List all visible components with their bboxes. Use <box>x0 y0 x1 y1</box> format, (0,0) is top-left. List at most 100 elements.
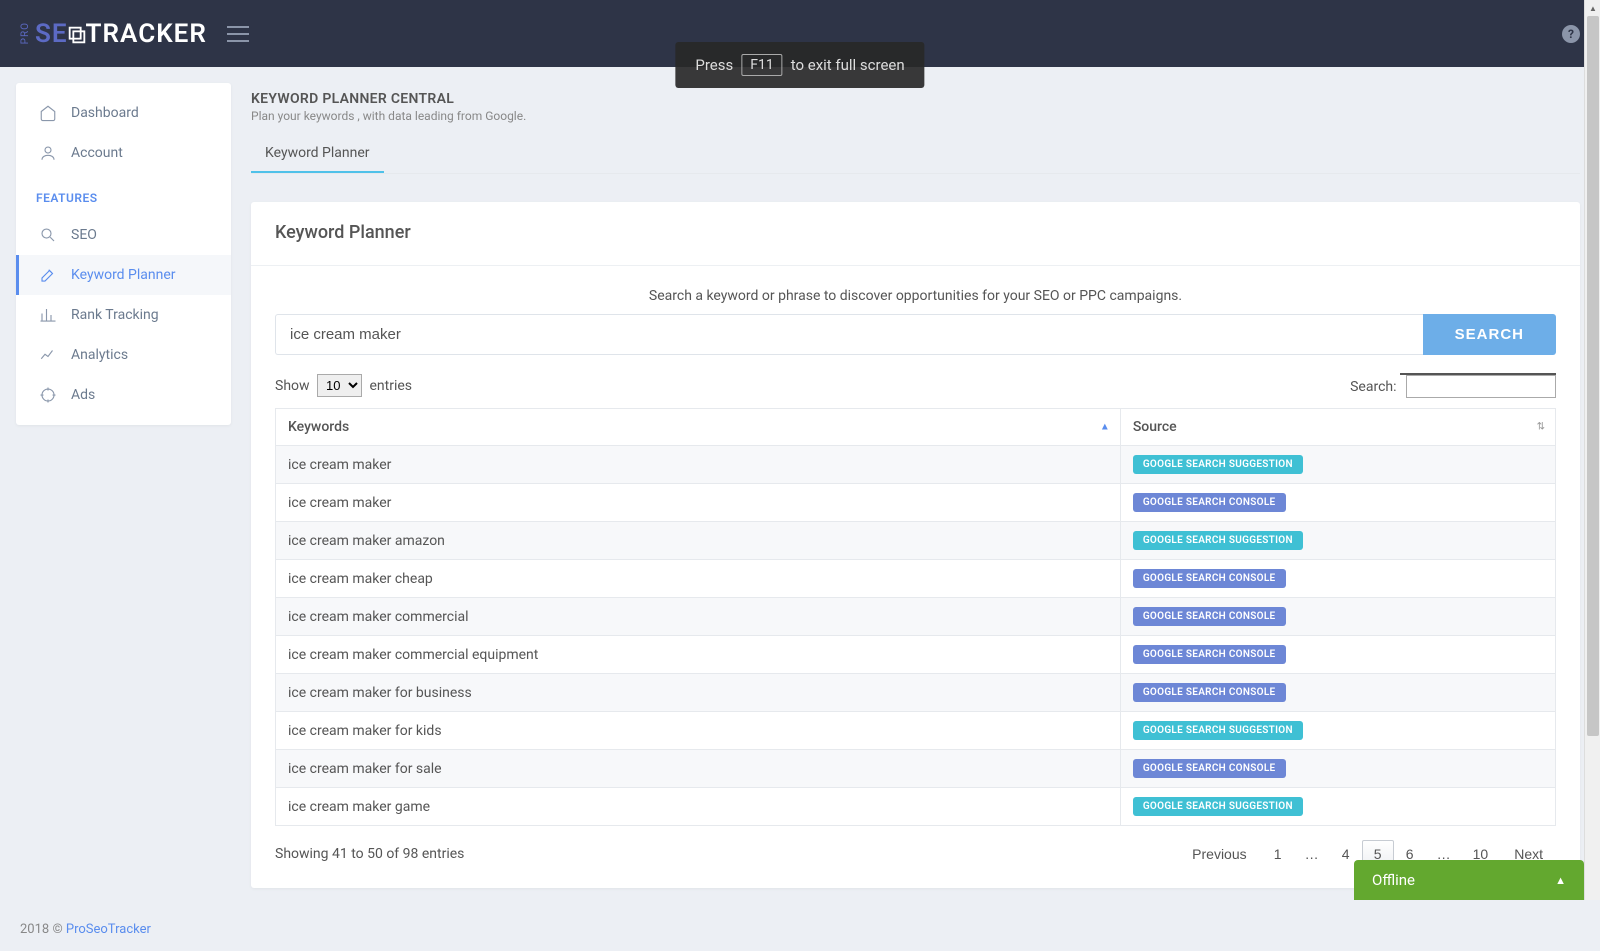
sidebar-item-label: Ads <box>71 387 95 403</box>
sidebar-item-label: Keyword Planner <box>71 267 176 283</box>
sidebar-item-dashboard[interactable]: Dashboard <box>16 93 231 133</box>
cell-keyword: ice cream maker for business <box>276 674 1121 712</box>
page-ellipsis: … <box>1294 840 1330 868</box>
entries-select[interactable]: 10 <box>317 374 362 397</box>
table-row[interactable]: ice cream maker GOOGLE SEARCH SUGGESTION <box>276 446 1556 484</box>
source-badge: GOOGLE SEARCH SUGGESTION <box>1133 721 1303 740</box>
user-icon <box>39 144 57 162</box>
chat-status: Offline <box>1372 871 1415 889</box>
sidebar-item-label: SEO <box>71 227 97 243</box>
source-badge: GOOGLE SEARCH SUGGESTION <box>1133 531 1303 550</box>
sidebar-item-account[interactable]: Account <box>16 133 231 173</box>
card-title: Keyword Planner <box>275 222 1556 243</box>
page-header: KEYWORD PLANNER CENTRAL Plan your keywor… <box>251 91 1580 123</box>
table-row[interactable]: ice cream maker cheap GOOGLE SEARCH CONSO… <box>276 560 1556 598</box>
table-row[interactable]: ice cream maker for sale GOOGLE SEARCH CO… <box>276 750 1556 788</box>
sidebar-section-features: FEATURES <box>16 173 231 215</box>
source-badge: GOOGLE SEARCH CONSOLE <box>1133 569 1286 588</box>
sidebar-item-analytics[interactable]: Analytics <box>16 335 231 375</box>
col-keywords[interactable]: Keywords▲ <box>276 409 1121 446</box>
cell-keyword: ice cream maker commercial equipment <box>276 636 1121 674</box>
cell-source: GOOGLE SEARCH CONSOLE <box>1120 560 1555 598</box>
chevron-up-icon: ▲ <box>1555 874 1566 887</box>
edit-icon <box>39 266 57 284</box>
page-previous[interactable]: Previous <box>1179 840 1259 868</box>
sidebar: Dashboard Account FEATURES SEO Keyword P… <box>16 83 231 425</box>
cell-keyword: ice cream maker cheap <box>276 560 1121 598</box>
cell-source: GOOGLE SEARCH CONSOLE <box>1120 750 1555 788</box>
cell-source: GOOGLE SEARCH CONSOLE <box>1120 484 1555 522</box>
search-button[interactable]: SEARCH <box>1423 314 1556 355</box>
chat-widget[interactable]: Offline ▲ <box>1354 860 1584 900</box>
divider <box>251 265 1580 266</box>
keywords-table: Keywords▲ Source⇅ ice cream maker GOOGLE … <box>275 408 1556 826</box>
logo[interactable]: PRO SE TRACKER <box>20 19 207 49</box>
sidebar-item-ads[interactable]: Ads <box>16 375 231 415</box>
home-icon <box>39 104 57 122</box>
scrollbar[interactable]: ▲ <box>1584 0 1600 900</box>
table-row[interactable]: ice cream maker commercial GOOGLE SEARCH … <box>276 598 1556 636</box>
tabs: Keyword Planner <box>251 135 1580 174</box>
sidebar-item-rank-tracking[interactable]: Rank Tracking <box>16 295 231 335</box>
sidebar-item-seo[interactable]: SEO <box>16 215 231 255</box>
cell-source: GOOGLE SEARCH CONSOLE <box>1120 636 1555 674</box>
sidebar-item-label: Rank Tracking <box>71 307 159 323</box>
logo-pro: PRO <box>20 22 31 44</box>
table-search-input[interactable] <box>1406 375 1556 398</box>
logo-se: SE <box>35 19 68 49</box>
line-chart-icon <box>39 346 57 364</box>
logo-tracker: TRACKER <box>86 19 207 49</box>
main: KEYWORD PLANNER CENTRAL Plan your keywor… <box>231 67 1600 908</box>
table-row[interactable]: ice cream maker for business GOOGLE SEARC… <box>276 674 1556 712</box>
page-subtitle: Plan your keywords , with data leading f… <box>251 109 1580 123</box>
fullscreen-rest: to exit full screen <box>791 56 905 74</box>
fullscreen-press: Press <box>695 56 733 74</box>
cell-keyword: ice cream maker <box>276 484 1121 522</box>
page-1[interactable]: 1 <box>1262 840 1294 868</box>
page-title: KEYWORD PLANNER CENTRAL <box>251 91 1580 107</box>
tab-keyword-planner[interactable]: Keyword Planner <box>251 135 384 173</box>
table-row[interactable]: ice cream maker GOOGLE SEARCH CONSOLE <box>276 484 1556 522</box>
footer-brand-link[interactable]: ProSeoTracker <box>66 922 151 937</box>
cell-keyword: ice cream maker for sale <box>276 750 1121 788</box>
source-badge: GOOGLE SEARCH CONSOLE <box>1133 493 1286 512</box>
cell-keyword: ice cream maker <box>276 446 1121 484</box>
search-help: Search a keyword or phrase to discover o… <box>275 288 1556 304</box>
cell-source: GOOGLE SEARCH SUGGESTION <box>1120 522 1555 560</box>
cell-source: GOOGLE SEARCH CONSOLE <box>1120 674 1555 712</box>
card: Keyword Planner Search a keyword or phra… <box>251 202 1580 888</box>
table-row[interactable]: ice cream maker amazon GOOGLE SEARCH SUGG… <box>276 522 1556 560</box>
entries-selector: Show 10 entries <box>275 374 412 397</box>
source-badge: GOOGLE SEARCH SUGGESTION <box>1133 455 1303 474</box>
footer: 2018 © ProSeoTracker <box>0 908 1600 951</box>
cell-keyword: ice cream maker commercial <box>276 598 1121 636</box>
table-row[interactable]: ice cream maker for kids GOOGLE SEARCH SU… <box>276 712 1556 750</box>
sidebar-item-label: Dashboard <box>71 105 139 121</box>
fullscreen-banner: Press F11 to exit full screen <box>675 42 924 88</box>
menu-toggle[interactable] <box>227 21 249 47</box>
source-badge: GOOGLE SEARCH CONSOLE <box>1133 759 1286 778</box>
cell-keyword: ice cream maker game <box>276 788 1121 826</box>
table-row[interactable]: ice cream maker commercial equipmentGOOG… <box>276 636 1556 674</box>
source-badge: GOOGLE SEARCH CONSOLE <box>1133 683 1286 702</box>
sidebar-item-label: Analytics <box>71 347 128 363</box>
fullscreen-key: F11 <box>741 54 782 76</box>
cell-keyword: ice cream maker for kids <box>276 712 1121 750</box>
logo-icon <box>66 24 88 46</box>
source-badge: GOOGLE SEARCH CONSOLE <box>1133 607 1286 626</box>
help-icon[interactable]: ? <box>1562 25 1580 43</box>
cell-keyword: ice cream maker amazon <box>276 522 1121 560</box>
bar-chart-icon <box>39 306 57 324</box>
scrollbar-thumb[interactable] <box>1587 16 1599 736</box>
col-source[interactable]: Source⇅ <box>1120 409 1555 446</box>
table-info: Showing 41 to 50 of 98 entries <box>275 846 464 862</box>
table-search-label: Search: <box>1350 379 1396 395</box>
table-row[interactable]: ice cream maker gameGOOGLE SEARCH SUGGES… <box>276 788 1556 826</box>
cell-source: GOOGLE SEARCH SUGGESTION <box>1120 788 1555 826</box>
cell-source: GOOGLE SEARCH SUGGESTION <box>1120 712 1555 750</box>
cell-source: GOOGLE SEARCH CONSOLE <box>1120 598 1555 636</box>
sidebar-item-keyword-planner[interactable]: Keyword Planner <box>16 255 231 295</box>
sidebar-item-label: Account <box>71 145 123 161</box>
keyword-search-input[interactable] <box>275 314 1423 355</box>
scrollbar-up-icon[interactable]: ▲ <box>1585 0 1600 16</box>
